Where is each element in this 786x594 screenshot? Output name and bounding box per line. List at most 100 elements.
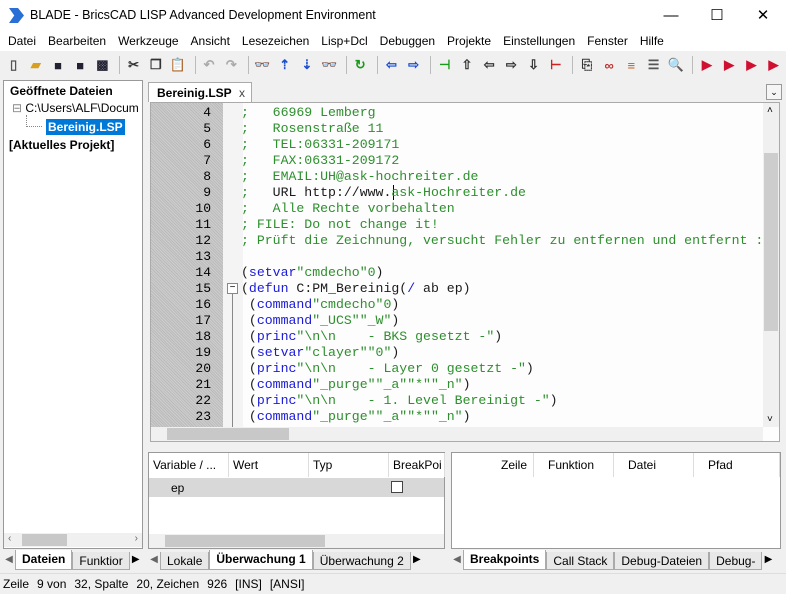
column-header[interactable]: Variable / ...	[149, 453, 229, 477]
code-token: )	[391, 345, 400, 360]
menu-debuggen[interactable]: Debuggen	[374, 31, 441, 51]
arrow-down-button[interactable]: ⇩	[524, 55, 543, 75]
code-token: princ	[256, 329, 297, 344]
replace-button[interactable]: 👓	[320, 55, 339, 75]
load-button[interactable]: ⎘	[577, 55, 596, 75]
menu-ansicht[interactable]: Ansicht	[185, 31, 236, 51]
tab--berwachung-1[interactable]: Überwachung 1	[209, 550, 313, 570]
find-button[interactable]: 👓	[253, 55, 272, 75]
new-file-button[interactable]: ▯	[4, 55, 23, 75]
horizontal-scrollbar[interactable]	[151, 427, 763, 441]
column-header[interactable]: Wert	[229, 453, 309, 477]
fold-collapse-icon[interactable]: −	[227, 283, 238, 294]
column-header[interactable]: Zeile	[452, 453, 534, 477]
arrow-up-button[interactable]: ⇧	[457, 55, 476, 75]
tab-debug-dateien[interactable]: Debug-Dateien	[614, 552, 710, 570]
menu-fenster[interactable]: Fenster	[581, 31, 634, 51]
paste-button[interactable]: 📋	[168, 55, 187, 75]
column-header[interactable]: BreakPoi	[389, 453, 445, 477]
tab-dateien[interactable]: Dateien	[15, 550, 73, 570]
tab-scroll-right-icon[interactable]: ▶	[130, 550, 142, 570]
tab-scroll-left-icon[interactable]: ◀	[451, 550, 463, 570]
save-all-button[interactable]: ▩	[93, 55, 112, 75]
horizontal-scrollbar[interactable]: ‹ ›	[4, 533, 142, 547]
back-button[interactable]: ⇦	[382, 55, 401, 75]
tab-scroll-right-icon[interactable]: ▶	[762, 550, 774, 570]
arrow-left-button[interactable]: ⇦	[480, 55, 499, 75]
link-button[interactable]: ∞	[600, 55, 619, 75]
table-row[interactable]: ep	[149, 478, 444, 497]
find-icon: 👓	[254, 57, 271, 72]
format-button[interactable]: ≡	[622, 55, 641, 75]
menu-lisp-dcl[interactable]: Lisp+Dcl	[315, 31, 373, 51]
tab--berwachung-2[interactable]: Überwachung 2	[312, 552, 411, 570]
code-token: )	[462, 281, 471, 296]
redo-button[interactable]: ↷	[222, 55, 241, 75]
copy-icon: ❐	[149, 57, 162, 72]
tab-bereinig-lsp[interactable]: Bereinig.LSP x	[148, 82, 252, 102]
tree-folder[interactable]: ⊟ C:\Users\ALF\Docum	[12, 101, 139, 115]
menu-lesezeichen[interactable]: Lesezeichen	[236, 31, 315, 51]
column-header[interactable]: Pfad	[694, 453, 780, 477]
debug-step-button[interactable]: ▶	[720, 55, 739, 75]
tab-scroll-left-icon[interactable]: ◀	[148, 550, 160, 570]
line-number: 9	[203, 185, 211, 200]
copy-button[interactable]: ❐	[146, 55, 165, 75]
code-token: URL http://www.	[272, 185, 392, 200]
open-folder-button[interactable]: ▰	[26, 55, 45, 75]
cut-button[interactable]: ✂	[124, 55, 143, 75]
line-number: 19	[195, 345, 211, 360]
tab-debug-[interactable]: Debug-	[709, 552, 763, 570]
forward-button[interactable]: ⇨	[404, 55, 423, 75]
line-number: 4	[203, 105, 211, 120]
menu-hilfe[interactable]: Hilfe	[634, 31, 670, 51]
find-down-button[interactable]: ⇣	[297, 55, 316, 75]
cut-icon: ✂	[128, 57, 140, 72]
tab-call-stack[interactable]: Call Stack	[546, 552, 615, 570]
watch-tabs: ◀ Lokale Überwachung 1 Überwachung 2 ▶	[148, 550, 445, 570]
tab-dropdown-button[interactable]: ⌄	[766, 84, 782, 100]
bookmark-remove-button[interactable]: ⊢	[546, 55, 565, 75]
tab-funktior[interactable]: Funktior	[72, 552, 130, 570]
column-header[interactable]: Typ	[309, 453, 389, 477]
debug-run-button[interactable]: ▶	[697, 55, 716, 75]
line-number: 10	[195, 201, 211, 216]
menu-bearbeiten[interactable]: Bearbeiten	[42, 31, 112, 51]
tab-scroll-left-icon[interactable]: ◀	[3, 550, 15, 570]
undo-button[interactable]: ↶	[200, 55, 219, 75]
horizontal-scrollbar[interactable]	[149, 534, 444, 548]
code-token: )	[494, 329, 503, 344]
close-tab-icon[interactable]: x	[239, 86, 245, 100]
bookmark-remove-icon: ⊢	[550, 57, 562, 72]
run-to-button[interactable]: ▶	[764, 55, 783, 75]
column-header[interactable]: Funktion	[534, 453, 614, 477]
tree-file-bereinig[interactable]: Bereinig.LSP	[46, 119, 125, 135]
refresh-button[interactable]: ↻	[351, 55, 370, 75]
menu-werkzeuge[interactable]: Werkzeuge	[112, 31, 184, 51]
tab-breakpoints[interactable]: Breakpoints	[463, 550, 547, 570]
menu-datei[interactable]: Datei	[2, 31, 42, 51]
code-line: (setvar"cmdecho"0)	[241, 265, 383, 281]
menu-einstellungen[interactable]: Einstellungen	[497, 31, 581, 51]
save-as-button[interactable]: ■	[71, 55, 90, 75]
current-project[interactable]: [Aktuelles Projekt]	[9, 138, 114, 152]
zoom-button[interactable]: 🔍	[666, 55, 685, 75]
close-button[interactable]: ✕	[740, 0, 786, 31]
vertical-scrollbar[interactable]: ˄ ˅	[763, 103, 779, 427]
title-bar: BLADE - BricsCAD LISP Advanced Developme…	[0, 0, 786, 31]
maximize-button[interactable]: ☐	[694, 0, 740, 31]
code-editor[interactable]: − ˄ ˅ 4 ; 66969 Lemberg 5 ; Rosenstraße 11 6;…	[150, 102, 780, 442]
minimize-button[interactable]: —	[648, 0, 694, 31]
bookmark-add-button[interactable]: ⊣	[435, 55, 454, 75]
tab-lokale[interactable]: Lokale	[160, 552, 210, 570]
find-up-button[interactable]: ⇡	[275, 55, 294, 75]
list-button[interactable]: ☰	[644, 55, 663, 75]
arrow-right-button[interactable]: ⇨	[502, 55, 521, 75]
arrow-up-icon: ⇧	[461, 57, 473, 72]
tab-scroll-right-icon[interactable]: ▶	[411, 550, 423, 570]
save-button[interactable]: ■	[48, 55, 67, 75]
run-button[interactable]: ▶	[742, 55, 761, 75]
breakpoint-checkbox[interactable]	[391, 481, 403, 493]
column-header[interactable]: Datei	[614, 453, 694, 477]
menu-projekte[interactable]: Projekte	[441, 31, 497, 51]
